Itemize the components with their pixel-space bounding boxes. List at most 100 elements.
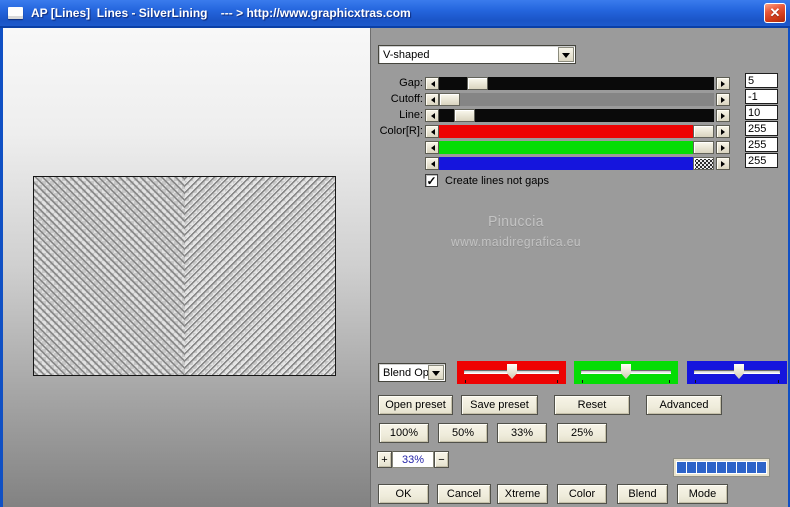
- blend-options-value: Blend Opti: [383, 366, 435, 379]
- action-button-color[interactable]: Color: [557, 484, 607, 504]
- preset-button-save-preset[interactable]: Save preset: [461, 395, 538, 415]
- slider-value-input[interactable]: [745, 105, 778, 120]
- arrow-left-icon: [428, 128, 435, 135]
- arrow-right-icon: [720, 160, 728, 167]
- slider-track[interactable]: [439, 141, 714, 154]
- action-button-mode[interactable]: Mode: [677, 484, 728, 504]
- trackbar-thumb[interactable]: [734, 364, 744, 379]
- slider-track[interactable]: [439, 77, 714, 90]
- blend-options-select[interactable]: Blend Opti: [378, 363, 446, 382]
- progress-segment: [697, 462, 706, 473]
- slider-value-input[interactable]: [745, 89, 778, 104]
- pattern-select-dropdown-button[interactable]: [558, 47, 574, 62]
- titlebar[interactable]: AP [Lines] Lines - SilverLining --- > ht…: [0, 0, 790, 28]
- slider-thumb[interactable]: [693, 125, 714, 138]
- pattern-select[interactable]: V-shaped: [378, 45, 576, 64]
- percent-button-50[interactable]: 50%: [438, 423, 488, 443]
- tick-mark: [465, 380, 466, 383]
- plus-icon: +: [381, 453, 388, 466]
- preview-canvas[interactable]: [33, 176, 336, 376]
- slider-left-arrow[interactable]: [425, 157, 439, 170]
- slider-track[interactable]: [439, 157, 714, 170]
- slider-value-input[interactable]: [745, 153, 778, 168]
- slider-value-input[interactable]: [745, 73, 778, 88]
- close-button[interactable]: ✕: [764, 3, 786, 23]
- tick-mark: [778, 380, 779, 383]
- slider-thumb[interactable]: [693, 157, 714, 170]
- slider-right-arrow[interactable]: [716, 125, 730, 138]
- trackbar-thumb[interactable]: [507, 364, 517, 379]
- progress-segment: [707, 462, 716, 473]
- slider-value-input[interactable]: [745, 121, 778, 136]
- arrow-left-icon: [428, 112, 435, 119]
- progress-bar: [673, 458, 770, 477]
- progress-segment: [677, 462, 686, 473]
- slider-thumb[interactable]: [467, 77, 488, 90]
- zoom-in-button[interactable]: +: [377, 451, 392, 468]
- window-body: V-shaped ✓ Create lines not gaps Pinucci…: [0, 28, 790, 507]
- slider-value-input[interactable]: [745, 137, 778, 152]
- slider-label: Line:: [399, 109, 423, 121]
- slider-left-arrow[interactable]: [425, 93, 439, 106]
- slider-left-arrow[interactable]: [425, 125, 439, 138]
- blend-trackbar-green[interactable]: [574, 361, 678, 384]
- arrow-right-icon: [720, 112, 728, 119]
- slider-track[interactable]: [439, 109, 714, 122]
- slider-left-arrow[interactable]: [425, 109, 439, 122]
- checkmark-icon: ✓: [426, 173, 437, 188]
- slider-right-arrow[interactable]: [716, 77, 730, 90]
- zoom-level-display: 33%: [392, 451, 434, 468]
- chevron-down-icon: [562, 52, 570, 62]
- blend-options-dropdown-button[interactable]: [428, 365, 444, 380]
- arrow-left-icon: [428, 96, 435, 103]
- watermark-line1: Pinuccia: [488, 213, 544, 230]
- slider-label: [371, 141, 423, 154]
- progress-segment: [717, 462, 726, 473]
- slider-track[interactable]: [439, 125, 714, 138]
- preset-button-open-preset[interactable]: Open preset: [378, 395, 453, 415]
- arrow-left-icon: [428, 160, 435, 167]
- percent-button-33[interactable]: 33%: [497, 423, 547, 443]
- blend-trackbar-red[interactable]: [457, 361, 566, 384]
- preview-pattern-right: [184, 177, 335, 375]
- slider-thumb[interactable]: [439, 93, 460, 106]
- slider-right-arrow[interactable]: [716, 157, 730, 170]
- arrow-right-icon: [720, 144, 728, 151]
- tick-mark: [582, 380, 583, 383]
- controls-panel: V-shaped ✓ Create lines not gaps Pinucci…: [370, 28, 788, 507]
- action-button-blend[interactable]: Blend: [617, 484, 668, 504]
- tick-mark: [695, 380, 696, 383]
- slider-right-arrow[interactable]: [716, 141, 730, 154]
- slider-right-arrow[interactable]: [716, 93, 730, 106]
- preset-button-advanced[interactable]: Advanced: [646, 395, 722, 415]
- blend-trackbar-blue[interactable]: [687, 361, 787, 384]
- progress-segment: [757, 462, 766, 473]
- trackbar-thumb[interactable]: [621, 364, 631, 379]
- action-button-cancel[interactable]: Cancel: [437, 484, 491, 504]
- watermark-line2: www.maidiregrafica.eu: [451, 234, 581, 249]
- slider-thumb[interactable]: [693, 141, 714, 154]
- app-icon: [8, 7, 23, 19]
- arrow-left-icon: [428, 80, 435, 87]
- action-button-xtreme[interactable]: Xtreme: [497, 484, 548, 504]
- create-lines-checkbox[interactable]: ✓: [425, 174, 438, 187]
- slider-track[interactable]: [439, 93, 714, 106]
- percent-button-25[interactable]: 25%: [557, 423, 607, 443]
- slider-left-arrow[interactable]: [425, 77, 439, 90]
- action-button-ok[interactable]: OK: [378, 484, 429, 504]
- plugin-dialog-window: AP [Lines] Lines - SilverLining --- > ht…: [0, 0, 790, 507]
- preset-button-reset[interactable]: Reset: [554, 395, 630, 415]
- percent-button-100[interactable]: 100%: [379, 423, 429, 443]
- progress-segment: [727, 462, 736, 473]
- tick-mark: [557, 380, 558, 383]
- minus-icon: −: [438, 453, 445, 466]
- progress-segment: [747, 462, 756, 473]
- slider-left-arrow[interactable]: [425, 141, 439, 154]
- zoom-out-button[interactable]: −: [434, 451, 449, 468]
- slider-thumb[interactable]: [454, 109, 475, 122]
- pattern-select-value: V-shaped: [383, 48, 430, 61]
- slider-label: Cutoff:: [390, 93, 423, 105]
- arrow-right-icon: [720, 128, 728, 135]
- close-icon: ✕: [769, 5, 781, 20]
- slider-right-arrow[interactable]: [716, 109, 730, 122]
